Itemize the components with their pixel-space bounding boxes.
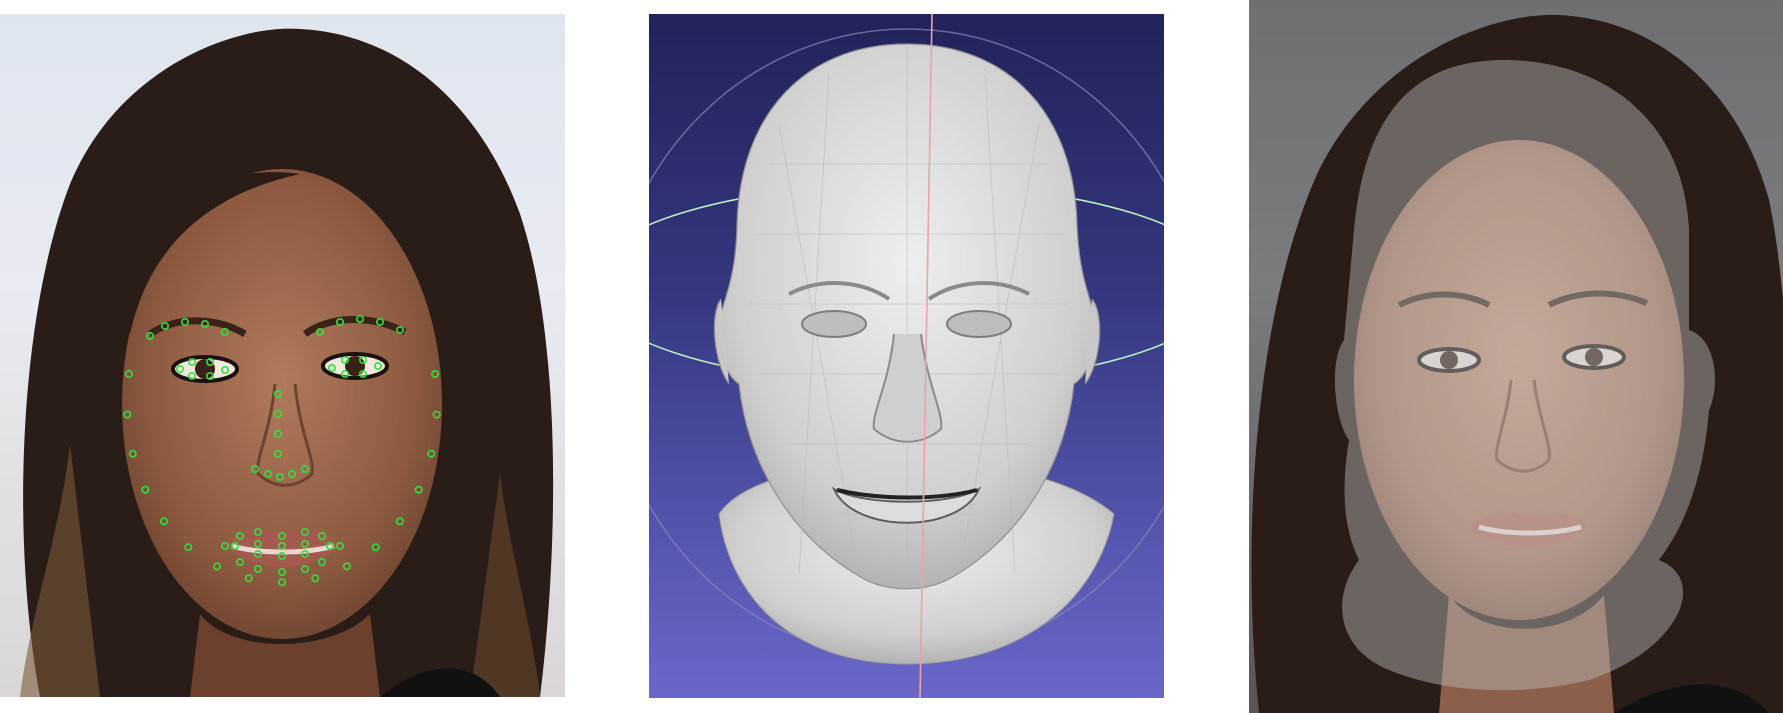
landmark-photo	[20, 28, 554, 697]
mesh-viewer-panel	[649, 14, 1164, 698]
overlay-photo-panel	[1249, 0, 1783, 713]
mesh-overlay	[1334, 60, 1715, 691]
landmark-photo-panel	[0, 14, 565, 697]
mesh-viewer	[649, 14, 1164, 698]
mesh-right-eye	[946, 310, 1012, 338]
overlay-photo	[1251, 14, 1783, 713]
mesh-left-eye	[801, 310, 867, 338]
